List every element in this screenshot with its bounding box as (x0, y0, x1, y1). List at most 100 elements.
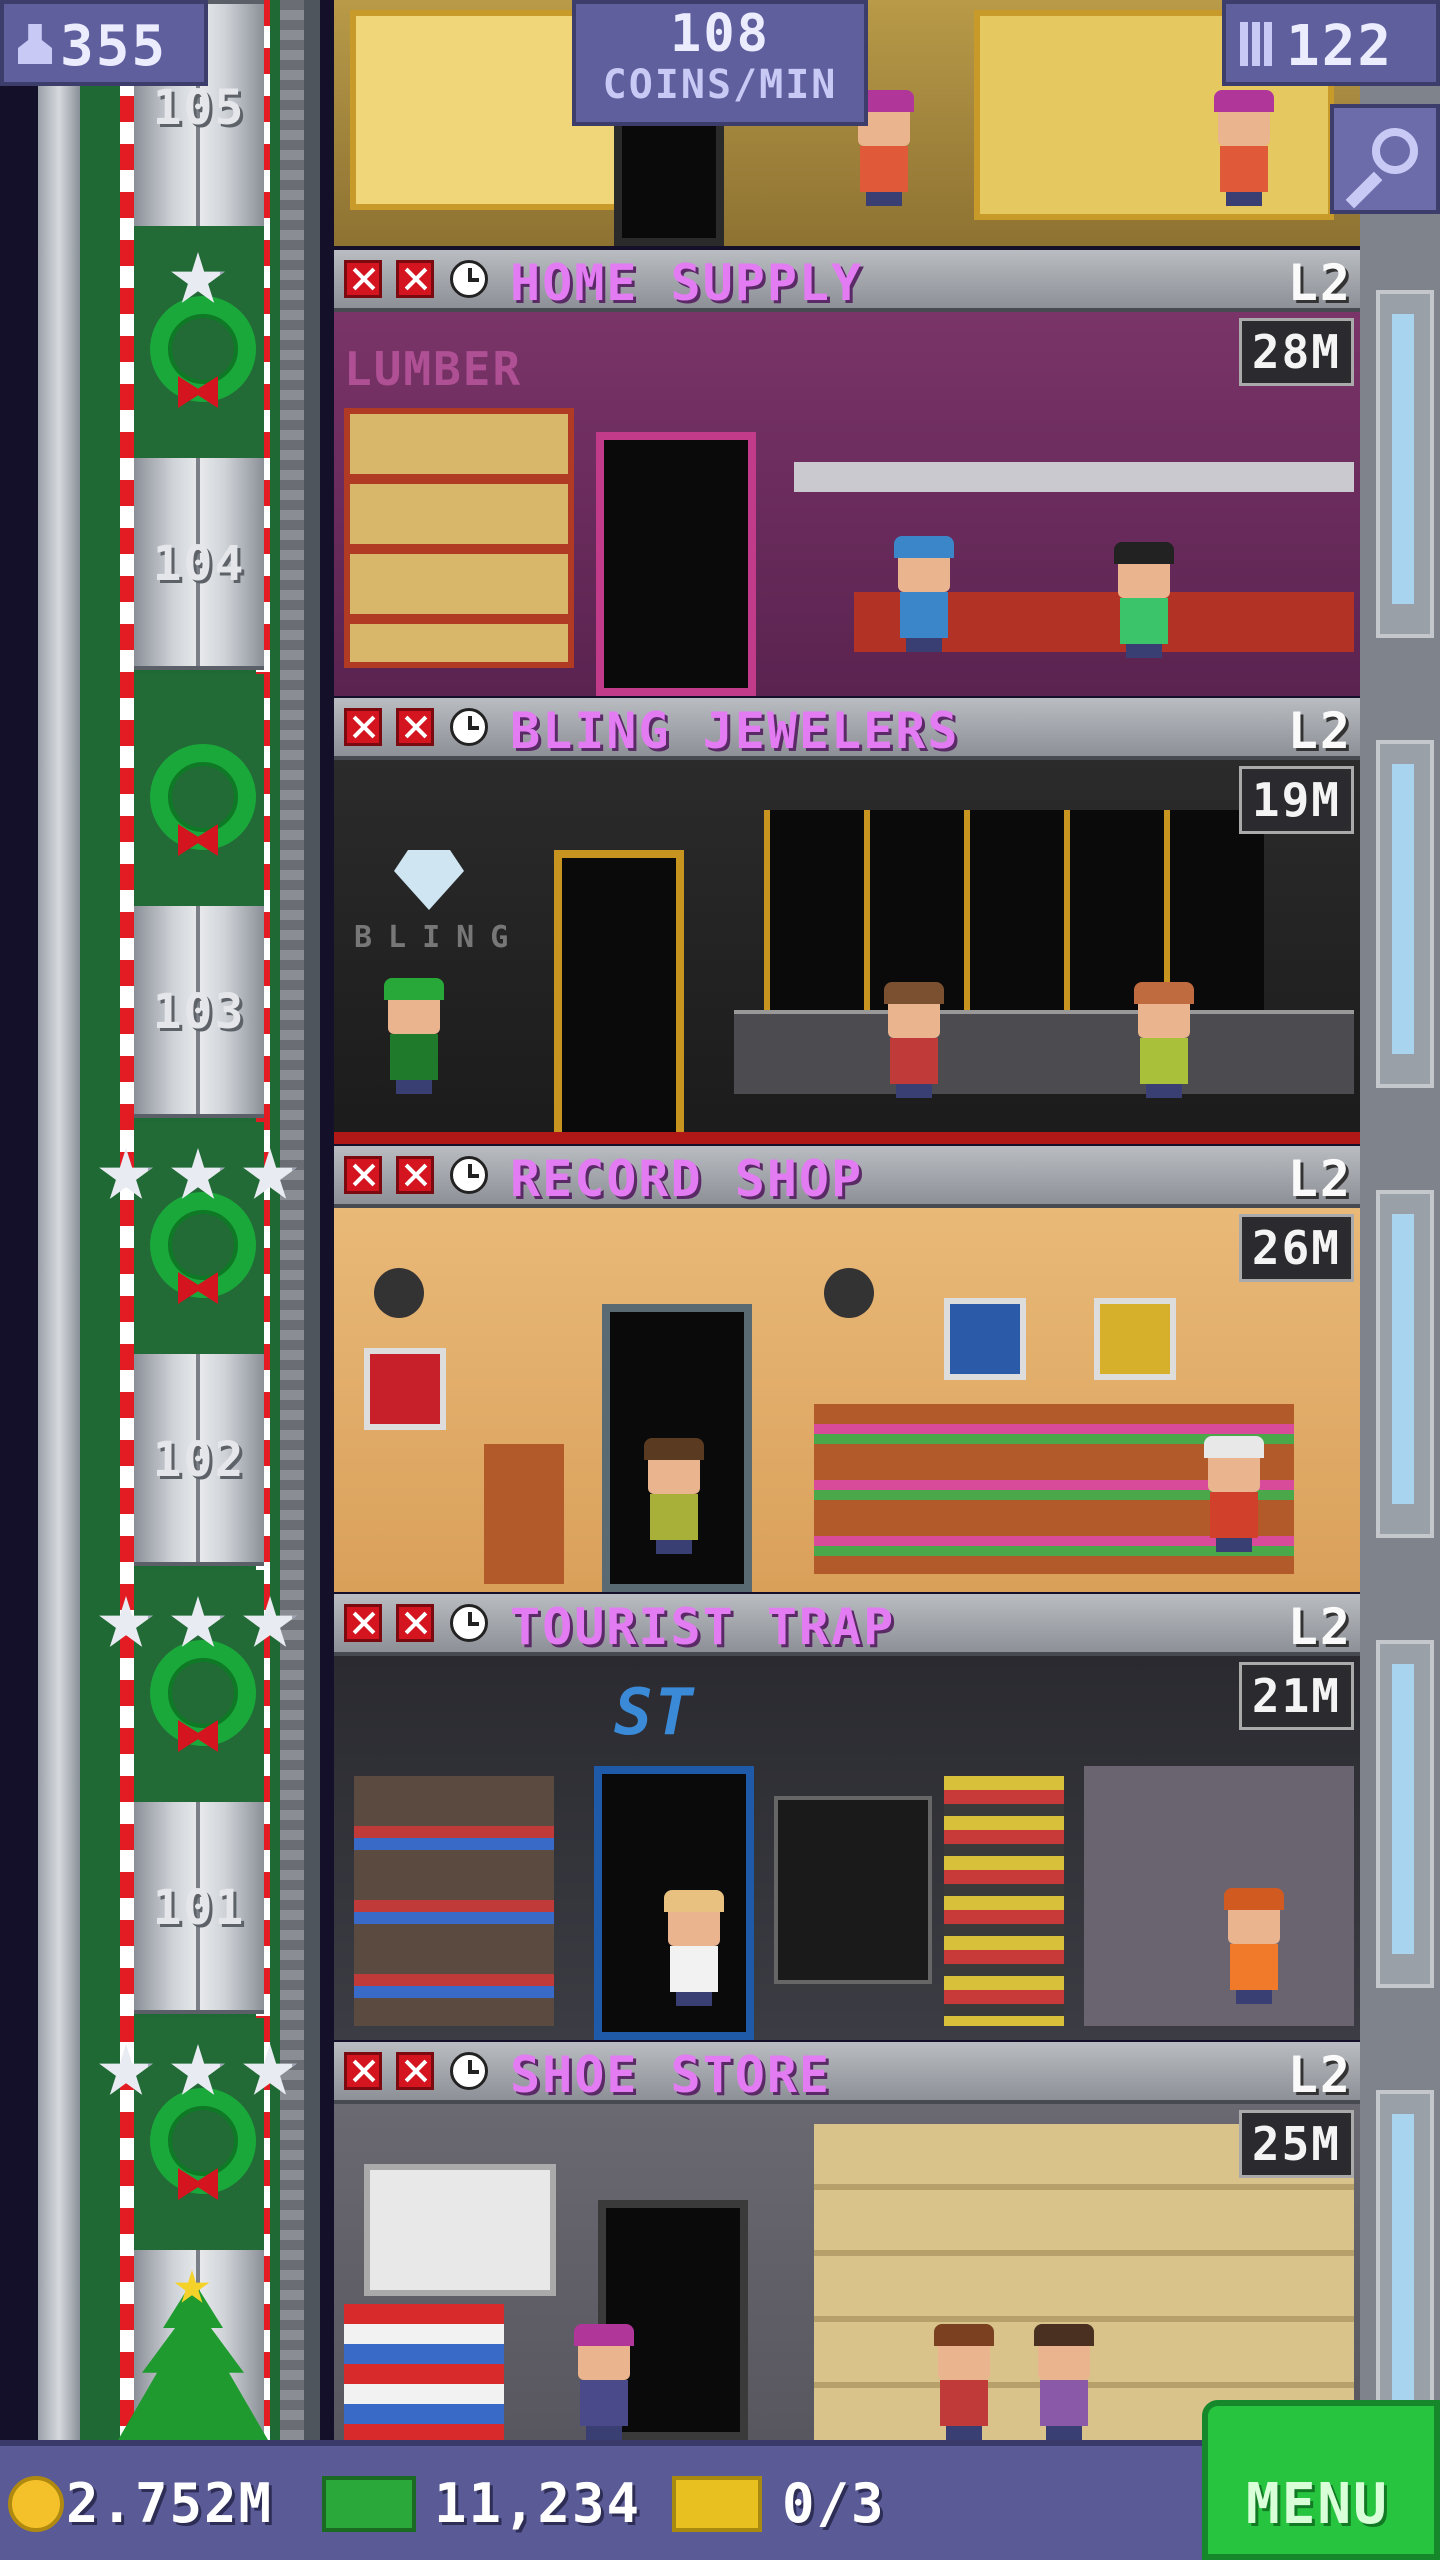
clock-icon (450, 260, 488, 298)
store-name: HOME SUPPLY (510, 254, 864, 312)
tickets-value: 0/3 (782, 2472, 886, 2535)
customer[interactable] (1214, 90, 1274, 206)
vinyl-record-icon (374, 1268, 424, 1318)
clock-icon (450, 2052, 488, 2090)
store-scene: 21M ST (334, 1656, 1360, 2040)
red-carpet (334, 1132, 1360, 1144)
menu-label: MENU (1246, 2472, 1389, 2537)
customer[interactable] (934, 2324, 994, 2440)
floor-number: 103 (152, 984, 246, 1040)
shoe-poster (364, 2164, 556, 2296)
person-icon (18, 24, 52, 64)
display-counter (734, 1010, 1354, 1094)
floor-number: 101 (152, 1880, 246, 1936)
empty-stock-x-icon (396, 260, 434, 298)
floor-home-supply[interactable]: HOME SUPPLY L2 28M LUMBER (334, 250, 1360, 696)
tshirt-rack (944, 1776, 1064, 2026)
empty-stock-x-icon (344, 708, 382, 746)
store-level: L2 (1287, 2046, 1352, 2104)
empty-stock-x-icon (344, 260, 382, 298)
coins-per-min-panel: 108 COINS/MIN (572, 0, 868, 126)
elevator-floor-104[interactable]: 104 (134, 452, 264, 670)
customer[interactable] (664, 1890, 724, 2006)
shoebox-stack (344, 2304, 504, 2440)
population-value: 355 (60, 14, 168, 79)
arcade-machine (774, 1796, 932, 1984)
stock-count: 28M (1238, 318, 1354, 386)
poster (1094, 1298, 1176, 1380)
display-case (1084, 1766, 1354, 2026)
staff[interactable] (1134, 982, 1194, 1098)
staff[interactable] (1034, 2324, 1094, 2440)
diamond-icon (394, 850, 464, 910)
customer[interactable] (384, 978, 444, 1094)
floors-value: 122 (1286, 14, 1394, 79)
window (1376, 740, 1434, 1088)
window (1376, 1640, 1434, 1988)
staff[interactable] (1204, 1436, 1264, 1552)
elevator-floor-102[interactable]: 102 (134, 1348, 264, 1566)
coins-per-min-label: COINS/MIN (602, 62, 838, 108)
floor-tourist-trap[interactable]: TOURIST TRAP L2 21M ST (334, 1594, 1360, 2040)
poster (944, 1298, 1026, 1380)
coins-per-min-value: 108 (670, 4, 770, 64)
store-level: L2 (1287, 1150, 1352, 1208)
elevator-floor-101[interactable]: 101 (134, 1796, 264, 2014)
store-name: RECORD SHOP (510, 1150, 864, 1208)
floor-bling-jewelers[interactable]: BLING JEWELERS L2 19M BLING (334, 698, 1360, 1144)
shaft-rail-left (38, 0, 80, 2440)
stock-count: 25M (1238, 2110, 1354, 2178)
clock-icon (450, 1604, 488, 1642)
coin-icon (8, 2476, 64, 2532)
staff[interactable] (1114, 542, 1174, 658)
staff[interactable] (1224, 1888, 1284, 2004)
coins-value: 2.752M (66, 2472, 274, 2535)
store-level: L2 (1287, 254, 1352, 312)
store-name: TOURIST TRAP (510, 1598, 896, 1656)
shaft-rail-right (280, 0, 304, 2440)
tool-counter (794, 462, 1354, 492)
floor-record-shop[interactable]: RECORD SHOP L2 26M (334, 1146, 1360, 1592)
door (596, 432, 756, 696)
store-scene: 28M LUMBER (334, 312, 1360, 696)
store-scene: 25M (334, 2104, 1360, 2440)
customer[interactable] (644, 1438, 704, 1554)
clock-icon (450, 1156, 488, 1194)
vinyl-record-icon (824, 1268, 874, 1318)
building-icon (1240, 22, 1276, 66)
window (1376, 290, 1434, 638)
empty-stock-x-icon (344, 1156, 382, 1194)
scene-sign: ST (614, 1676, 696, 1750)
door (614, 110, 724, 246)
floor-title-bar: RECORD SHOP L2 (334, 1146, 1360, 1208)
stock-count: 26M (1238, 1214, 1354, 1282)
lumber-shelf (344, 408, 574, 668)
empty-stock-x-icon (344, 1604, 382, 1642)
scene-sign: LUMBER (344, 342, 523, 396)
store-scene: 26M (334, 1208, 1360, 1592)
window (1376, 1190, 1434, 1538)
floor-shoe-store[interactable]: SHOE STORE L2 25M (334, 2042, 1360, 2440)
souvenir-shelf (354, 1776, 554, 2026)
menu-button[interactable]: MENU (1202, 2400, 1440, 2560)
empty-stock-x-icon (396, 708, 434, 746)
population-counter[interactable]: 355 (0, 0, 208, 86)
bux-value: 11,234 (434, 2472, 642, 2535)
magnifier-icon (1372, 128, 1418, 174)
bux-icon (322, 2476, 416, 2532)
floor-number: 105 (152, 80, 246, 136)
search-button[interactable] (1330, 104, 1440, 214)
customer[interactable] (894, 536, 954, 652)
store-level: L2 (1287, 702, 1352, 760)
customer[interactable] (884, 982, 944, 1098)
door (554, 850, 684, 1140)
window (1376, 2090, 1434, 2438)
wreath-decoration (134, 674, 264, 906)
elevator-floor-103[interactable]: 103 (134, 900, 264, 1118)
clock-icon (450, 708, 488, 746)
floors-counter[interactable]: 122 (1222, 0, 1440, 86)
empty-stock-x-icon (396, 2052, 434, 2090)
customer[interactable] (574, 2324, 634, 2440)
poster (364, 1348, 446, 1430)
store-scene: 19M BLING (334, 760, 1360, 1144)
